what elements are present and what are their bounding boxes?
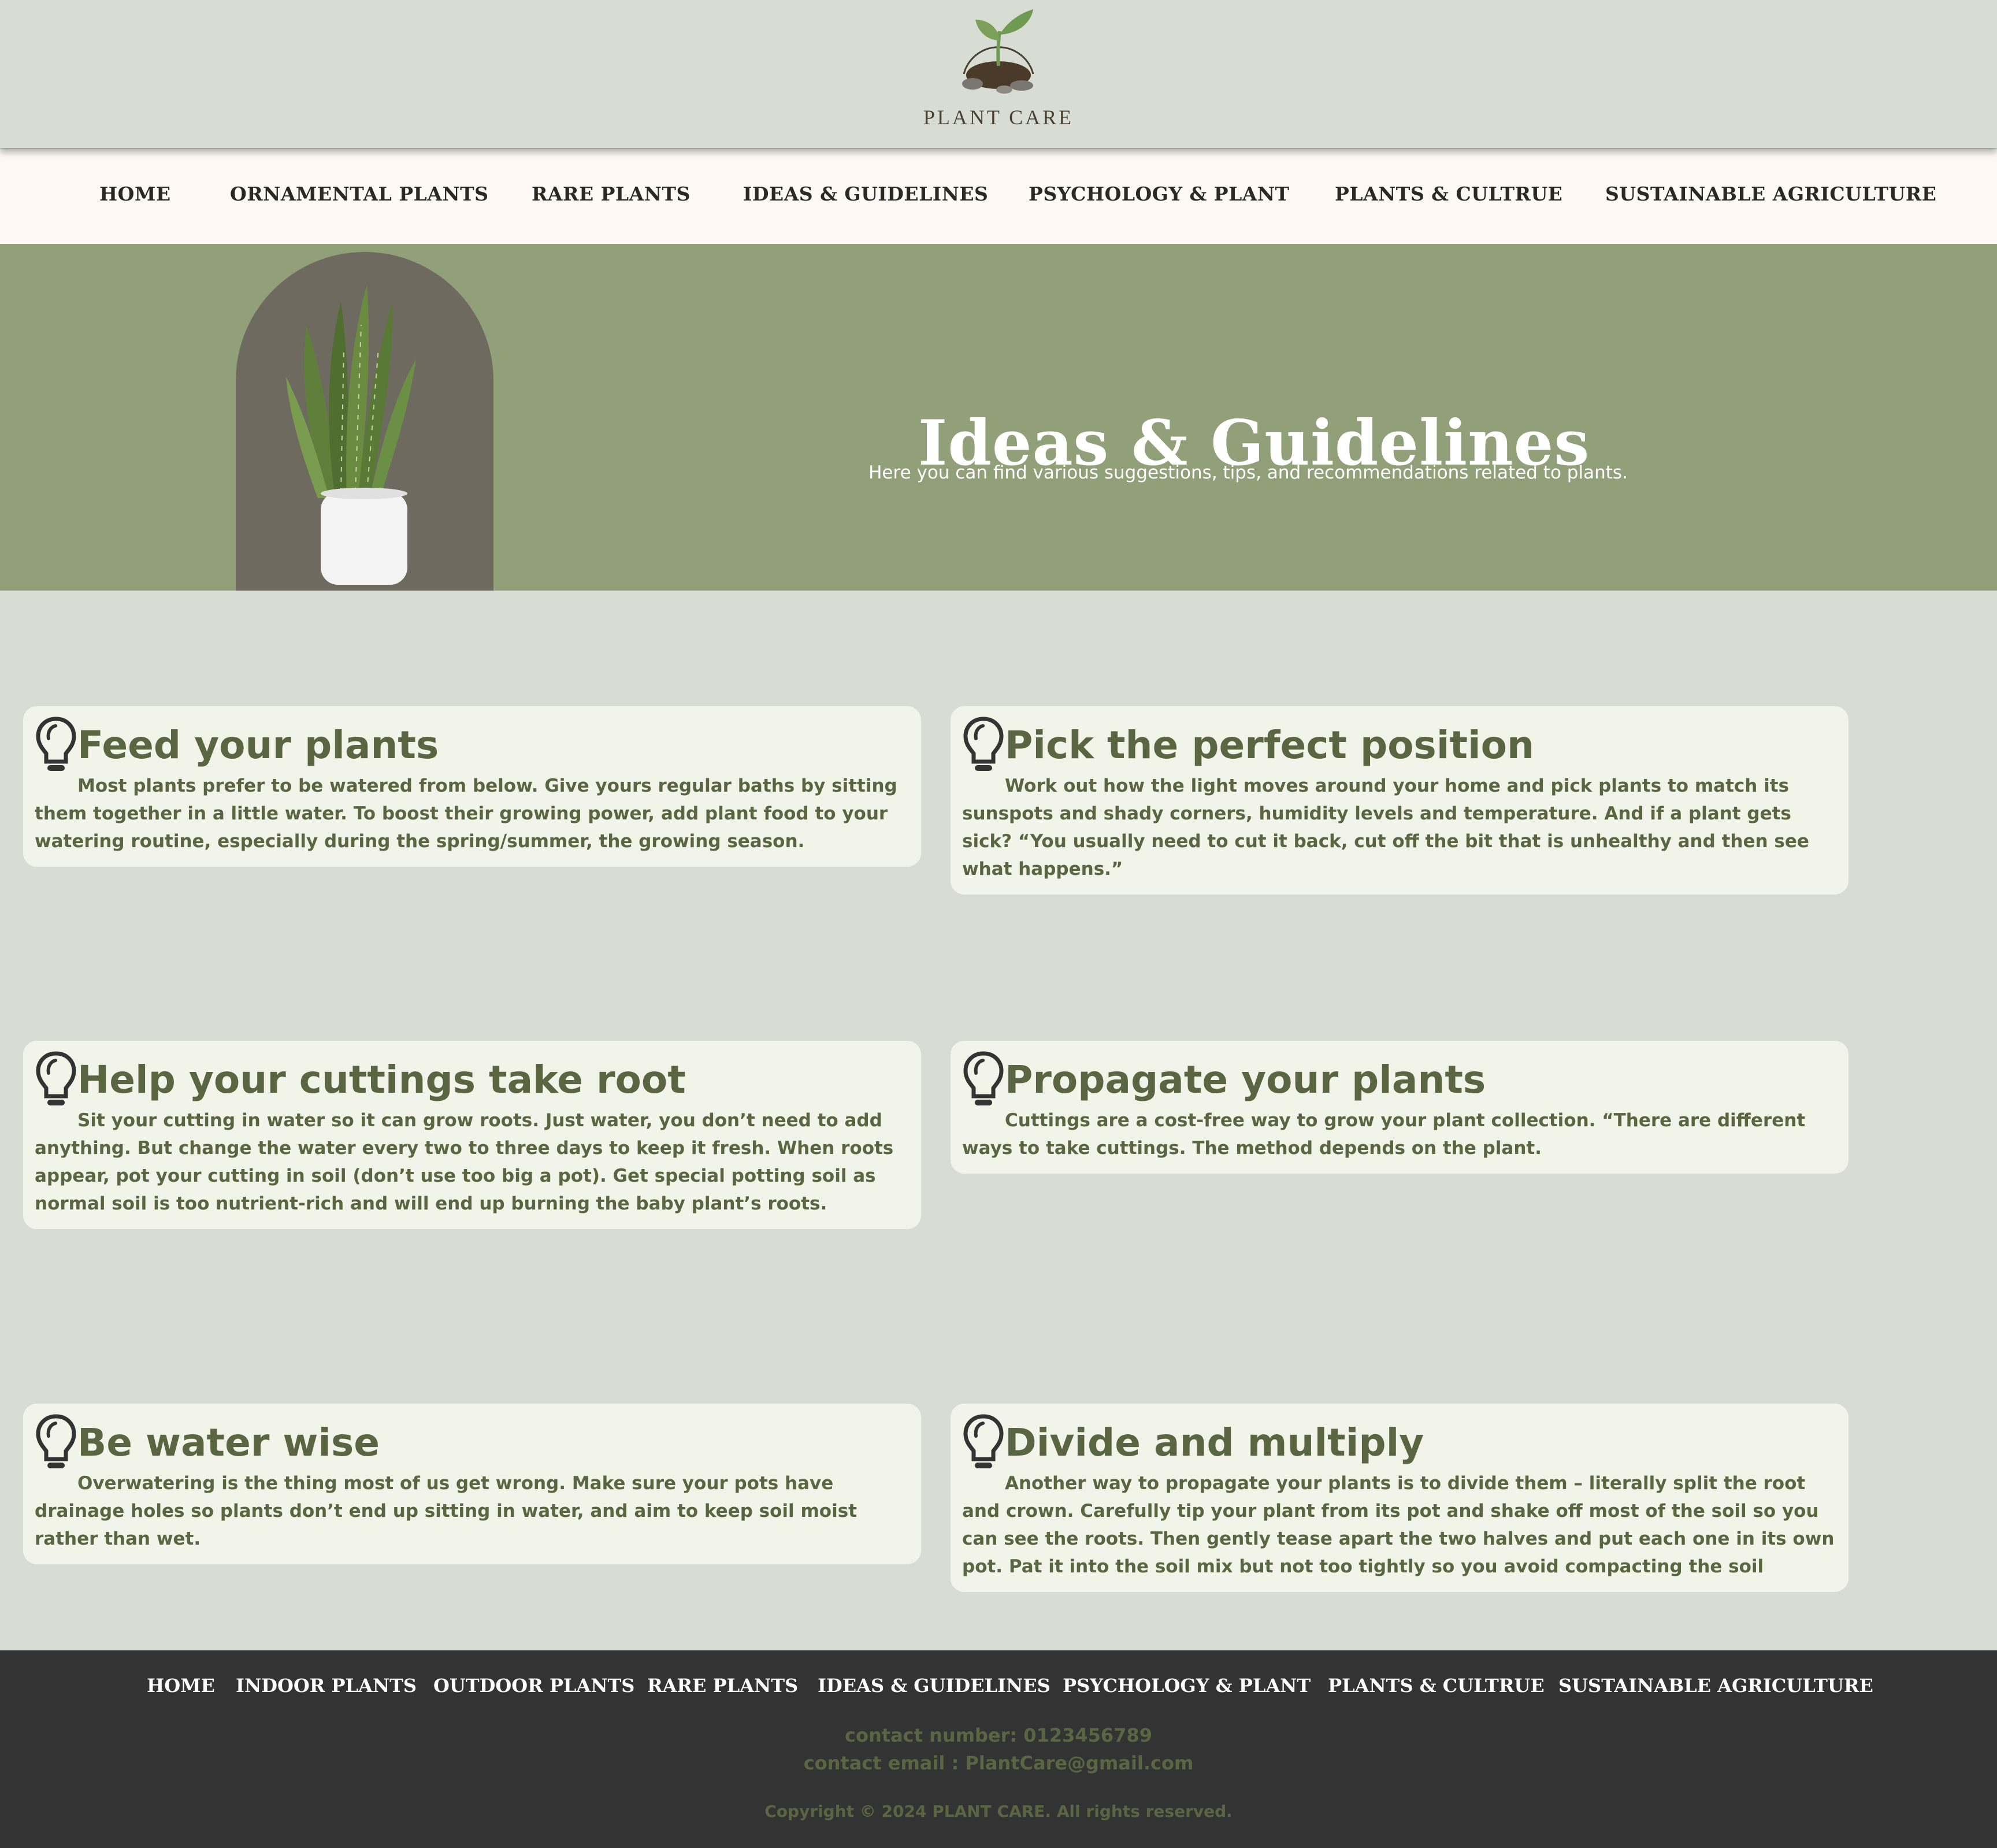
card-title: Help your cuttings take root bbox=[77, 1057, 686, 1102]
footer-nav-home[interactable]: HOME bbox=[147, 1675, 215, 1697]
lightbulb-icon bbox=[963, 1051, 1004, 1105]
footer-nav-sustainable-agriculture[interactable]: SUSTAINABLE AGRICULTURE bbox=[1558, 1675, 1873, 1697]
nav-item-rare-plants[interactable]: RARE PLANTS bbox=[532, 183, 691, 205]
site-footer: HOME INDOOR PLANTS OUTDOOR PLANTS RARE P… bbox=[0, 1650, 1997, 1848]
nav-item-home[interactable]: HOME bbox=[99, 183, 171, 205]
card-text: Cuttings are a cost-free way to grow you… bbox=[962, 1110, 1806, 1159]
lightbulb-icon bbox=[36, 717, 76, 771]
lightbulb-icon bbox=[963, 717, 1004, 771]
copyright: Copyright © 2024 PLANT CARE. All rights … bbox=[764, 1802, 1233, 1821]
lightbulb-icon bbox=[963, 1414, 1004, 1468]
tip-card-divide: Divide and multiply Another way to propa… bbox=[951, 1404, 1848, 1592]
tip-card-feed: Feed your plants Most plants prefer to b… bbox=[23, 706, 921, 867]
nav-item-sustainable-agriculture[interactable]: SUSTAINABLE AGRICULTURE bbox=[1605, 183, 1936, 205]
tip-card-propagate: Propagate your plants Cuttings are a cos… bbox=[951, 1041, 1848, 1174]
nav-item-plants-cultrue[interactable]: PLANTS & CULTRUE bbox=[1335, 183, 1562, 205]
brand-name: PLANT CARE bbox=[923, 106, 1074, 129]
lightbulb-icon bbox=[36, 1414, 76, 1468]
card-title: Pick the perfect position bbox=[1005, 723, 1534, 767]
footer-nav-indoor-plants[interactable]: INDOOR PLANTS bbox=[236, 1675, 417, 1697]
card-title: Feed your plants bbox=[77, 723, 439, 767]
card-title: Divide and multiply bbox=[1005, 1420, 1424, 1465]
card-text: Most plants prefer to be watered from be… bbox=[35, 775, 897, 852]
tip-card-position: Pick the perfect position Work out how t… bbox=[951, 706, 1848, 895]
hero-banner: Ideas & Guidelines Here you can find var… bbox=[0, 244, 1997, 591]
page-subtitle: Here you can find various suggestions, t… bbox=[868, 462, 1628, 483]
brand-logo[interactable]: PLANT CARE bbox=[913, 6, 1084, 139]
lightbulb-icon bbox=[36, 1051, 76, 1105]
contact-number: contact number: 0123456789 bbox=[845, 1724, 1152, 1746]
main-nav: HOME ORNAMENTAL PLANTS RARE PLANTS IDEAS… bbox=[0, 149, 1997, 244]
contact-email[interactable]: contact email : PlantCare@gmail.com bbox=[0, 1752, 1997, 1774]
card-text: Another way to propagate your plants is … bbox=[962, 1473, 1835, 1577]
footer-nav-rare-plants[interactable]: RARE PLANTS bbox=[647, 1675, 798, 1697]
card-title: Propagate your plants bbox=[1005, 1057, 1486, 1102]
card-text: Sit your cutting in water so it can grow… bbox=[35, 1110, 894, 1214]
nav-item-ornamental-plants[interactable]: ORNAMENTAL PLANTS bbox=[230, 183, 489, 205]
footer-nav-outdoor-plants[interactable]: OUTDOOR PLANTS bbox=[433, 1675, 634, 1697]
snake-plant-image bbox=[286, 284, 416, 585]
footer-nav-ideas-guidelines[interactable]: IDEAS & GUIDELINES bbox=[818, 1675, 1051, 1697]
tip-card-cuttings: Help your cuttings take root Sit your cu… bbox=[23, 1041, 921, 1229]
card-text: Work out how the light moves around your… bbox=[962, 775, 1809, 880]
footer-nav-plants-cultrue[interactable]: PLANTS & CULTRUE bbox=[1328, 1675, 1545, 1697]
site-header: PLANT CARE bbox=[0, 0, 1997, 148]
card-title: Be water wise bbox=[77, 1420, 380, 1465]
nav-item-psychology-plant[interactable]: PSYCHOLOGY & PLANT bbox=[1029, 183, 1290, 205]
tip-card-water: Be water wise Overwatering is the thing … bbox=[23, 1404, 921, 1564]
card-text: Overwatering is the thing most of us get… bbox=[35, 1473, 857, 1549]
nav-item-ideas-guidelines[interactable]: IDEAS & GUIDELINES bbox=[743, 183, 988, 205]
sprout-in-soil-logo bbox=[962, 9, 1034, 94]
footer-nav-psychology-plant[interactable]: PSYCHOLOGY & PLANT bbox=[1063, 1675, 1311, 1697]
